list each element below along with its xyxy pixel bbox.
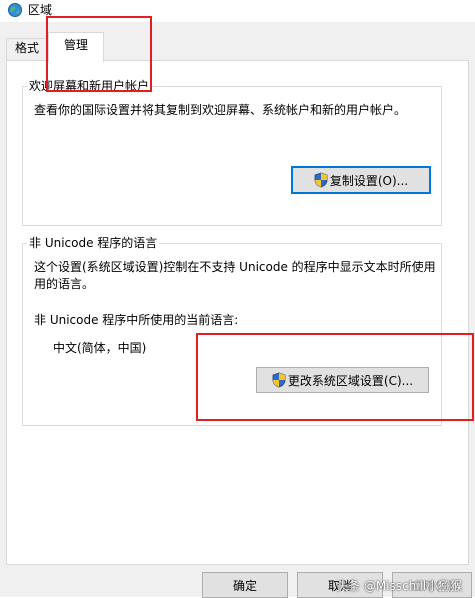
unicode-description-line2: 用的语言。 xyxy=(34,277,95,291)
welcome-group-legend: 欢迎屏幕和新用户帐户 xyxy=(27,79,152,93)
uac-shield-icon xyxy=(314,172,328,188)
change-system-locale-button[interactable]: 更改系统区域设置(C)... xyxy=(256,367,429,393)
watermark: 头条 @Misschill小猕猴 xyxy=(336,579,463,593)
current-language-label: 非 Unicode 程序中所使用的当前语言: xyxy=(34,313,239,327)
window-title: 区域 xyxy=(28,3,53,17)
tab-format[interactable]: 格式 xyxy=(6,38,48,60)
ok-button[interactable]: 确定 xyxy=(202,572,288,598)
title-bar: 区域 xyxy=(0,0,475,22)
unicode-group-legend: 非 Unicode 程序的语言 xyxy=(27,236,160,250)
current-language-value: 中文(简体，中国) xyxy=(53,341,147,355)
welcome-description: 查看你的国际设置并将其复制到欢迎屏幕、系统帐户和新的用户帐户。 xyxy=(34,103,407,117)
copy-settings-label: 复制设置(O)... xyxy=(329,173,409,188)
tab-manage[interactable]: 管理 xyxy=(48,32,104,62)
copy-settings-button[interactable]: 复制设置(O)... xyxy=(291,166,431,194)
uac-shield-icon xyxy=(272,372,286,388)
change-system-locale-label: 更改系统区域设置(C)... xyxy=(287,373,414,388)
unicode-description-line1: 这个设置(系统区域设置)控制在不支持 Unicode 的程序中显示文本时所使用 xyxy=(34,260,436,274)
globe-icon xyxy=(8,3,22,17)
